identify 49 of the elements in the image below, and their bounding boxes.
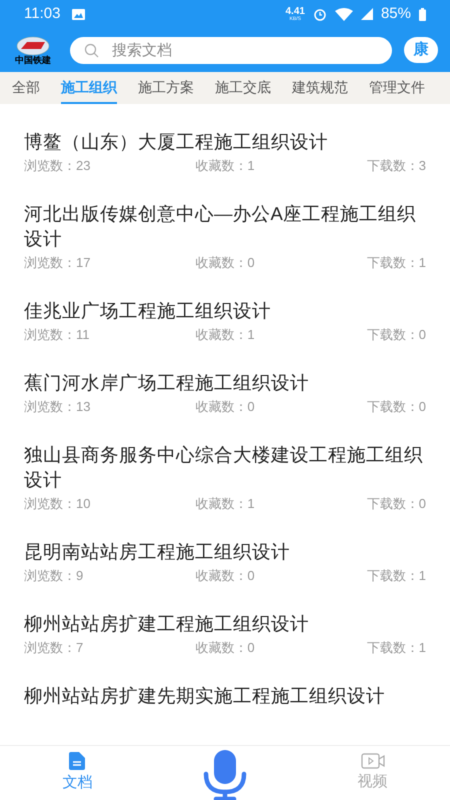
- favorite-count: 收藏数：1: [195, 495, 256, 513]
- battery-percent: 85%: [380, 4, 411, 24]
- document-title[interactable]: 蕉门河水岸广场工程施工组织设计: [24, 370, 426, 395]
- document-title[interactable]: 昆明南站站房工程施工组织设计: [24, 539, 426, 564]
- microphone-icon[interactable]: [202, 750, 248, 800]
- download-count: 下载数：0: [366, 398, 426, 416]
- signal-icon: [360, 8, 373, 20]
- image-icon: [72, 8, 86, 20]
- download-count: 下载数：0: [366, 326, 426, 344]
- view-count: 浏览数：13: [24, 398, 92, 416]
- status-time: 11:03: [24, 4, 60, 24]
- favorite-count: 收藏数：1: [195, 157, 256, 175]
- alarm-icon: [312, 7, 327, 21]
- favorite-count: 收藏数：0: [195, 567, 256, 585]
- download-count: 下载数：0: [366, 495, 426, 513]
- download-count: 下载数：1: [366, 639, 426, 657]
- favorite-count: 收藏数：0: [195, 639, 256, 657]
- document-title[interactable]: 柳州站站房扩建工程施工组织设计: [24, 611, 426, 636]
- document-title[interactable]: 柳州站站房扩建先期实施工程施工组织设计: [24, 683, 426, 708]
- download-count: 下载数：3: [366, 157, 426, 175]
- network-speed: 4.41: [286, 6, 305, 16]
- category-tab[interactable]: 施工方案: [138, 72, 194, 104]
- favorite-count: 收藏数：0: [195, 254, 256, 272]
- battery-icon: [419, 8, 426, 20]
- favorite-count: 收藏数：1: [195, 326, 256, 344]
- download-count: 下载数：1: [366, 567, 426, 585]
- logo-emblem-icon: [15, 36, 51, 56]
- video-icon: [360, 752, 385, 769]
- document-icon: [69, 752, 86, 770]
- category-tab[interactable]: 管理文件: [369, 72, 425, 104]
- search-icon: [84, 42, 99, 58]
- document-title[interactable]: 佳兆业广场工程施工组织设计: [24, 298, 426, 323]
- category-tab[interactable]: 全部: [12, 72, 40, 104]
- category-tab[interactable]: 施工交底: [215, 72, 271, 104]
- logo-text: 中国铁建: [15, 56, 51, 64]
- document-title[interactable]: 独山县商务服务中心综合大楼建设工程施工组织设计: [24, 442, 426, 492]
- view-count: 浏览数：9: [24, 567, 84, 585]
- download-count: 下载数：1: [366, 254, 426, 272]
- document-title[interactable]: 博鳌（山东）大厦工程施工组织设计: [24, 129, 426, 154]
- favorite-count: 收藏数：0: [195, 398, 256, 416]
- view-count: 浏览数：17: [24, 254, 92, 272]
- category-tab[interactable]: 建筑规范: [292, 72, 348, 104]
- view-count: 浏览数：10: [24, 495, 92, 513]
- view-count: 浏览数：11: [24, 326, 90, 344]
- view-count: 浏览数：7: [24, 639, 84, 657]
- search-field[interactable]: 搜索文档: [70, 36, 392, 64]
- wifi-icon: [334, 8, 353, 20]
- view-count: 浏览数：23: [24, 157, 92, 175]
- document-title[interactable]: 河北出版传媒创意中心—办公A座工程施工组织设计: [24, 201, 426, 251]
